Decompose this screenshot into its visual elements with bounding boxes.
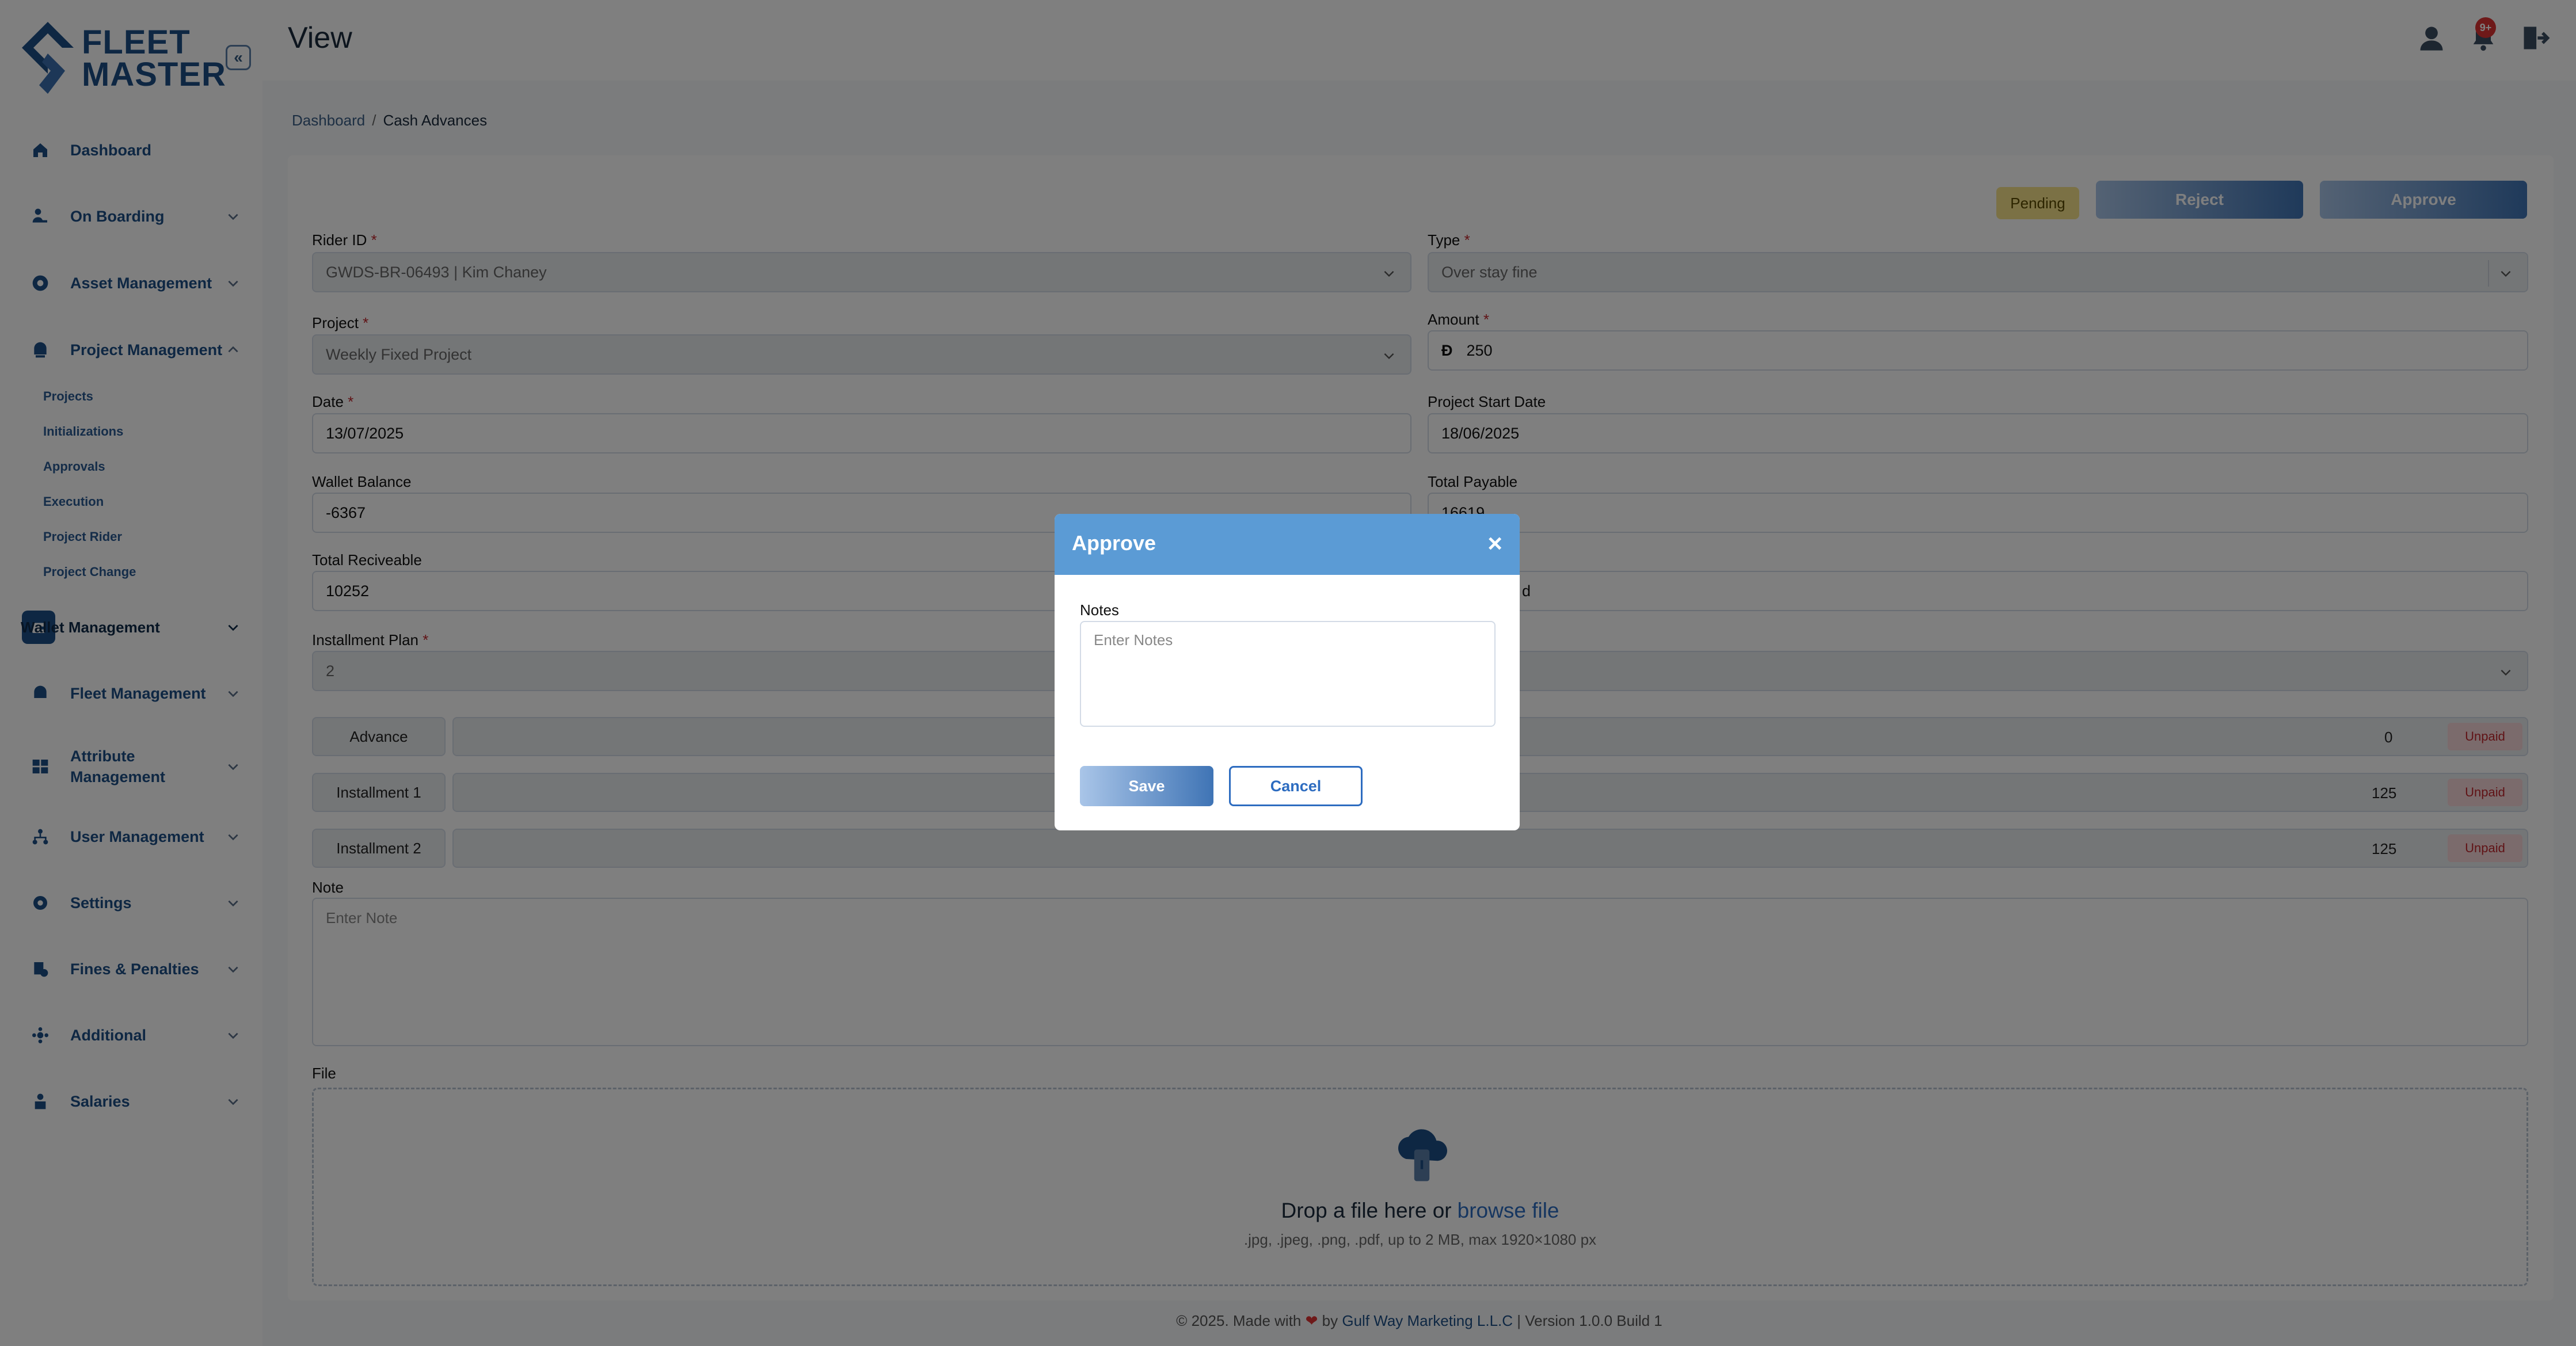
notes-textarea[interactable]: Enter Notes — [1080, 621, 1496, 727]
approve-modal: Approve × Notes Enter Notes Save Cancel — [1055, 514, 1520, 830]
modal-header: Approve × — [1055, 514, 1520, 575]
notes-label: Notes — [1080, 601, 1119, 619]
modal-title: Approve — [1072, 531, 1156, 555]
save-button[interactable]: Save — [1080, 766, 1213, 806]
cancel-button[interactable]: Cancel — [1229, 766, 1363, 806]
close-icon[interactable]: × — [1487, 531, 1502, 556]
